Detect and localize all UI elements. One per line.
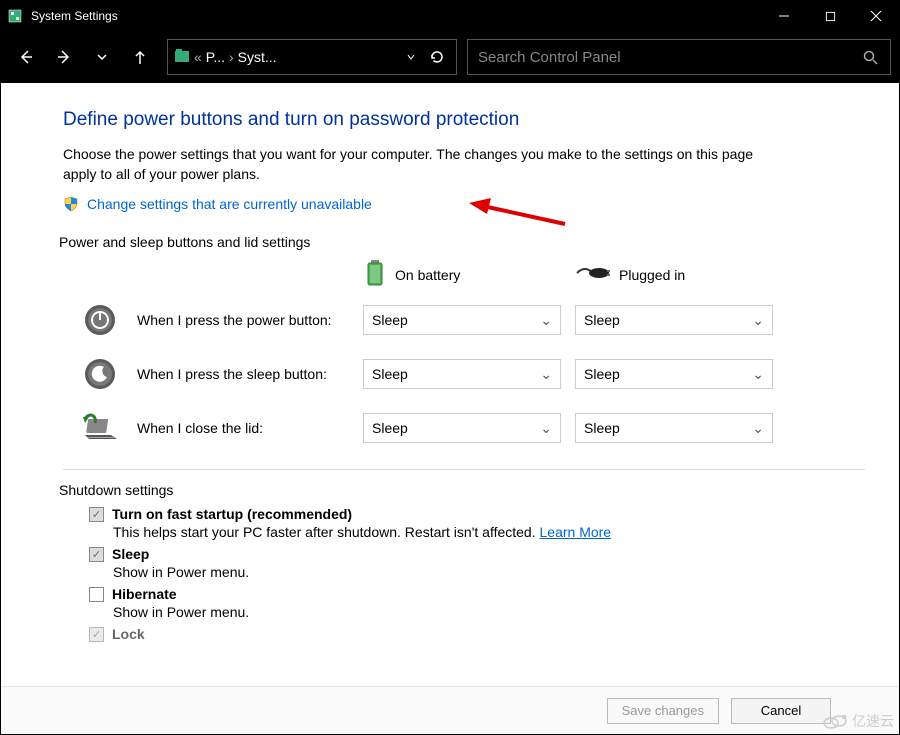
- chevron-down-icon: ⌄: [540, 312, 552, 329]
- lid-battery-select[interactable]: Sleep⌄: [363, 413, 561, 443]
- battery-icon: [363, 258, 387, 291]
- search-input[interactable]: Search Control Panel: [467, 39, 891, 75]
- footer: Save changes Cancel 亿速云: [1, 686, 899, 734]
- breadcrumb-item[interactable]: P...: [206, 49, 225, 65]
- chevron-down-icon: ⌄: [540, 366, 552, 383]
- power-plugged-select[interactable]: Sleep⌄: [575, 305, 773, 335]
- lid-plugged-select[interactable]: Sleep⌄: [575, 413, 773, 443]
- col-battery-label: On battery: [395, 267, 460, 283]
- app-icon: [7, 8, 23, 24]
- chevron-down-icon: ⌄: [752, 366, 764, 383]
- option-sub: This helps start your PC faster after sh…: [113, 524, 536, 540]
- chevron-down-icon: ⌄: [752, 420, 764, 437]
- watermark: 亿速云: [822, 711, 894, 731]
- minimize-button[interactable]: [761, 1, 807, 31]
- forward-button[interactable]: [47, 40, 81, 74]
- close-button[interactable]: [853, 1, 899, 31]
- checkbox[interactable]: ✓: [89, 507, 104, 522]
- learn-more-link[interactable]: Learn More: [540, 524, 612, 540]
- option-sub: Show in Power menu.: [113, 564, 865, 580]
- back-button[interactable]: [9, 40, 43, 74]
- hibernate-option: Hibernate Show in Power menu.: [89, 586, 865, 620]
- address-dropdown[interactable]: [398, 44, 424, 70]
- sleep-plugged-select[interactable]: Sleep⌄: [575, 359, 773, 389]
- address-bar[interactable]: « P... › Syst...: [167, 39, 457, 75]
- save-changes-button[interactable]: Save changes: [607, 698, 719, 724]
- recent-dropdown[interactable]: [85, 40, 119, 74]
- section-heading: Shutdown settings: [59, 482, 865, 498]
- page-title: Define power buttons and turn on passwor…: [63, 109, 865, 131]
- chevron-down-icon: ⌄: [752, 312, 764, 329]
- power-battery-select[interactable]: Sleep⌄: [363, 305, 561, 335]
- maximize-button[interactable]: [807, 1, 853, 31]
- lock-option: ✓ Lock: [89, 626, 865, 642]
- section-heading: Power and sleep buttons and lid settings: [59, 234, 865, 250]
- option-label: Turn on fast startup (recommended): [112, 506, 352, 522]
- fast-startup-option: ✓ Turn on fast startup (recommended) Thi…: [89, 506, 865, 540]
- cancel-button[interactable]: Cancel: [731, 698, 831, 724]
- option-label: Hibernate: [112, 586, 177, 602]
- breadcrumb-separator: ›: [229, 49, 234, 65]
- plug-icon: [575, 263, 611, 286]
- option-sub: Show in Power menu.: [113, 604, 865, 620]
- lid-row: When I close the lid: Sleep⌄ Sleep⌄: [63, 409, 865, 447]
- sleep-battery-select[interactable]: Sleep⌄: [363, 359, 561, 389]
- annotation-arrow-icon: [469, 198, 569, 233]
- breadcrumb-item[interactable]: Syst...: [238, 49, 277, 65]
- folder-icon: [174, 49, 190, 66]
- row-label-text: When I close the lid:: [137, 420, 263, 436]
- option-label: Sleep: [112, 546, 149, 562]
- breadcrumb-overflow: «: [194, 49, 202, 65]
- window-title: System Settings: [31, 9, 761, 23]
- change-settings-link[interactable]: Change settings that are currently unava…: [87, 196, 372, 212]
- chevron-down-icon: ⌄: [540, 420, 552, 437]
- sleep-option: ✓ Sleep Show in Power menu.: [89, 546, 865, 580]
- row-label-text: When I press the power button:: [137, 312, 332, 328]
- page-description: Choose the power settings that you want …: [63, 145, 783, 184]
- sleep-icon: [81, 355, 119, 393]
- shield-icon: [63, 196, 79, 212]
- lid-icon: [81, 409, 119, 447]
- row-label-text: When I press the sleep button:: [137, 366, 327, 382]
- refresh-button[interactable]: [424, 44, 450, 70]
- checkbox[interactable]: [89, 587, 104, 602]
- sleep-button-row: When I press the sleep button: Sleep⌄ Sl…: [63, 355, 865, 393]
- checkbox[interactable]: ✓: [89, 547, 104, 562]
- main-content: Define power buttons and turn on passwor…: [1, 83, 899, 686]
- checkbox[interactable]: ✓: [89, 627, 104, 642]
- power-button-row: When I press the power button: Sleep⌄ Sl…: [63, 301, 865, 339]
- up-button[interactable]: [123, 40, 157, 74]
- navbar: « P... › Syst... Search Control Panel: [1, 31, 899, 83]
- search-placeholder: Search Control Panel: [478, 49, 860, 66]
- search-icon: [860, 49, 880, 65]
- power-icon: [81, 301, 119, 339]
- option-label: Lock: [112, 626, 145, 642]
- col-plugged-label: Plugged in: [619, 267, 685, 283]
- titlebar: System Settings: [1, 1, 899, 31]
